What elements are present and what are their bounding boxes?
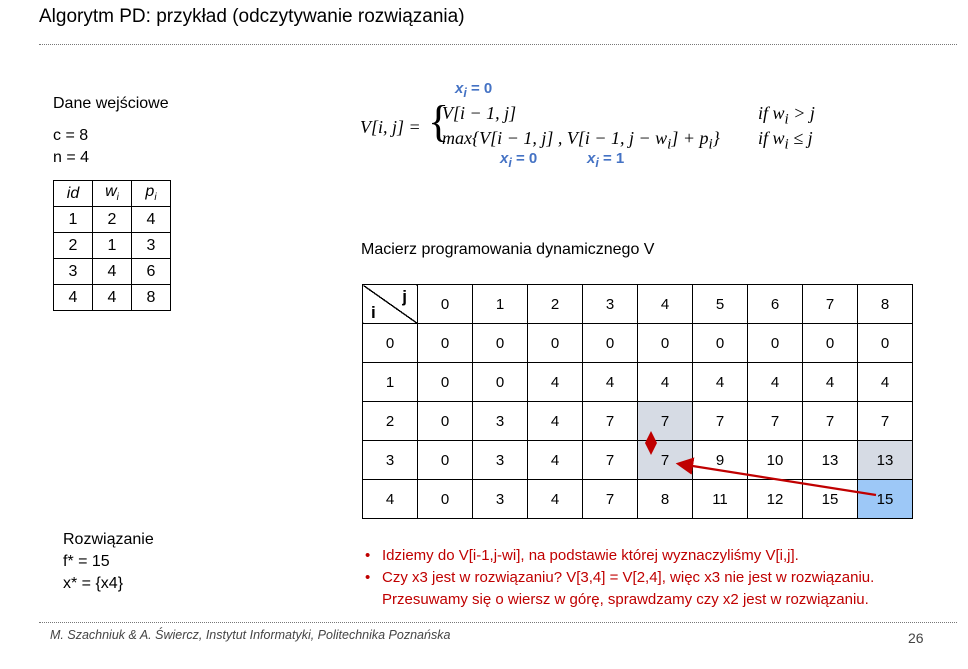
bullet-list: • Idziemy do V[i-1,j-wi], na podstawie kt…: [365, 545, 950, 611]
bullet-1: • Idziemy do V[i-1,j-wi], na podstawie kt…: [365, 547, 799, 564]
bullet-2: • Czy x3 jest w rozwiązaniu? V[3,4] = V[2…: [365, 569, 875, 608]
page-number: 26: [908, 630, 924, 646]
solution-x: x* = {x4}: [63, 575, 124, 592]
solution-f: f* = 15: [63, 553, 110, 570]
footer-divider: [39, 622, 957, 623]
solution-heading: Rozwiązanie: [63, 531, 154, 548]
backtrack-arrow: [675, 457, 877, 497]
footer-credit: M. Szachniuk & A. Świercz, Instytut Info…: [50, 628, 451, 642]
